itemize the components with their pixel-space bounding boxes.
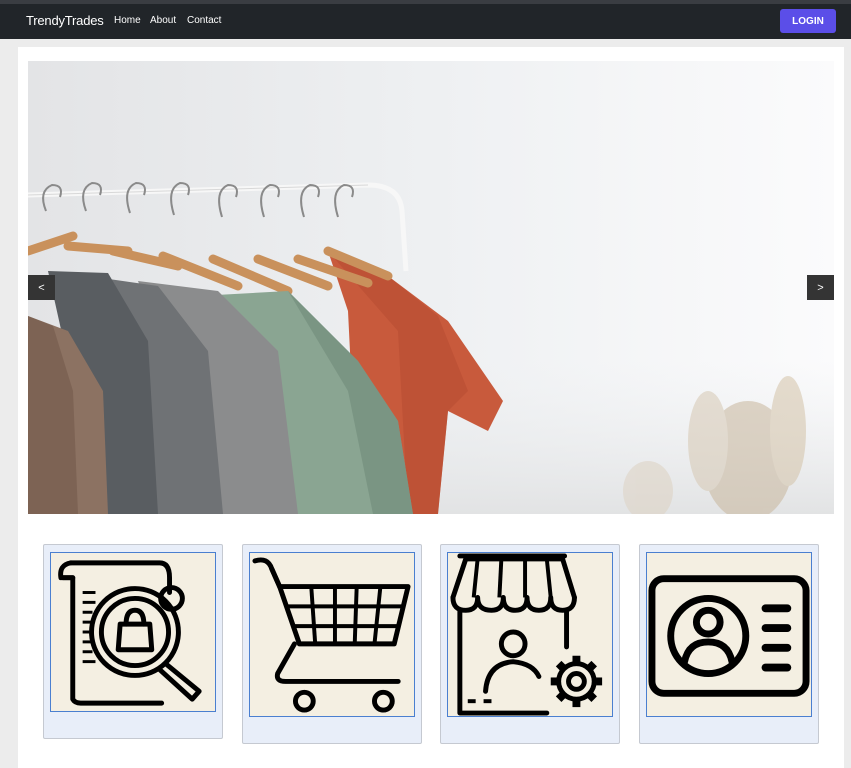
document-search-bag-icon — [50, 552, 216, 712]
carousel-prev-button[interactable]: < — [28, 275, 55, 300]
navbar: TrendyTrades Home About Contact LOGIN — [0, 4, 851, 39]
login-button[interactable]: LOGIN — [780, 9, 836, 33]
clothing-rack-photo — [28, 61, 834, 514]
brand-logo[interactable]: TrendyTrades — [26, 13, 104, 28]
feature-card-4[interactable] — [639, 544, 819, 744]
shop-vendor-gear-icon — [447, 552, 613, 717]
image-carousel: < > — [28, 61, 834, 514]
carousel-next-button[interactable]: > — [807, 275, 834, 300]
shopping-cart-icon — [249, 552, 415, 717]
nav-link-about[interactable]: About — [150, 15, 176, 26]
nav-link-home[interactable]: Home — [114, 15, 141, 26]
feature-card-1[interactable] — [43, 544, 223, 739]
id-card-icon — [646, 552, 812, 717]
feature-card-2[interactable] — [242, 544, 422, 744]
main-content: < > — [18, 47, 844, 768]
nav-link-contact[interactable]: Contact — [187, 15, 221, 26]
feature-card-3[interactable] — [440, 544, 620, 744]
